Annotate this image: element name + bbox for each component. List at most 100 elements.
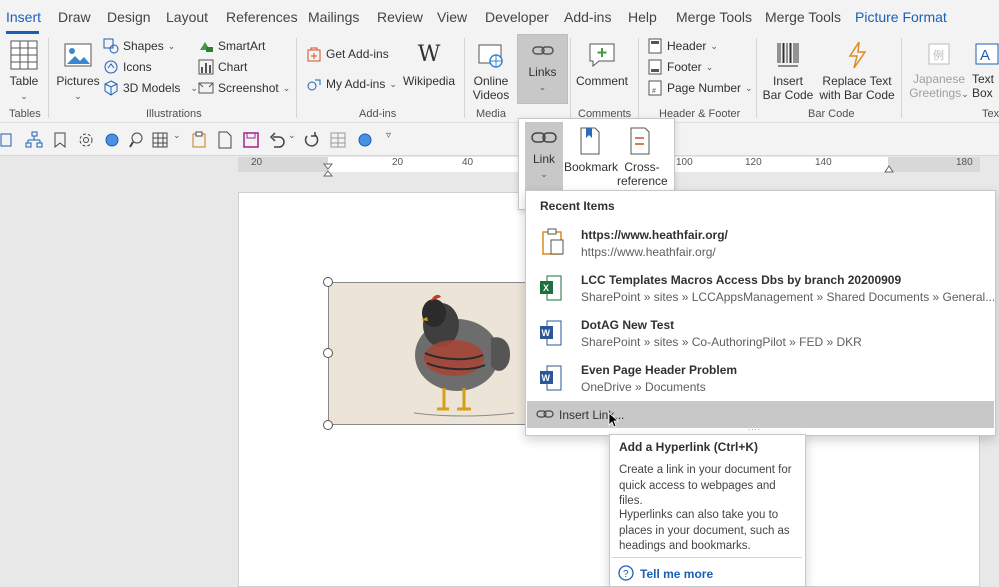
comment-button[interactable]: Comment <box>576 40 628 88</box>
group-label-text: Text <box>982 108 999 120</box>
recent-item-path: SharePoint » sites » LCCAppsManagement »… <box>581 290 996 304</box>
tell-me-more-link[interactable]: Tell me more <box>640 567 713 581</box>
group-divider <box>570 38 571 118</box>
panel-resize-grip[interactable]: .... <box>748 423 761 432</box>
video-icon <box>478 44 503 68</box>
group-label-add-ins: Add-ins <box>359 108 397 120</box>
text-box-icon: A <box>975 43 999 65</box>
resize-handle[interactable] <box>323 277 333 287</box>
resize-handle[interactable] <box>323 420 333 430</box>
tab-review[interactable]: Review <box>377 9 423 25</box>
online-videos-label-2: Videos <box>472 88 510 102</box>
table-grid-icon[interactable] <box>152 131 170 149</box>
table-button[interactable]: Table ⌄ <box>6 40 42 103</box>
replace-text-label-1: Replace Text <box>822 74 892 88</box>
header-button[interactable]: Header ⌄ <box>647 37 718 55</box>
chevron-down-icon: ⌄ <box>538 82 547 92</box>
smartart-button[interactable]: SmartArt <box>198 37 265 55</box>
links-label: Links <box>528 65 557 79</box>
insert-bar-code-button[interactable]: Insert Bar Code <box>762 40 814 102</box>
chevron-down-icon: ⌄ <box>74 91 82 101</box>
text-box-label-2: Box <box>972 86 993 100</box>
record-icon[interactable] <box>356 131 374 149</box>
chevron-down-icon: ⌄ <box>745 82 753 93</box>
bookmark-button[interactable]: Bookmark <box>564 126 618 174</box>
page-number-label: Page Number <box>667 81 742 95</box>
tab-references[interactable]: References <box>226 9 298 25</box>
get-add-ins-button[interactable]: Get Add-ins <box>306 45 389 63</box>
my-add-ins-button[interactable]: My Add-ins ⌄ <box>306 75 397 93</box>
screenshot-button[interactable]: Screenshot ⌄ <box>198 79 290 97</box>
tab-add-ins[interactable]: Add-ins <box>564 9 611 25</box>
table-grid-icon[interactable] <box>330 131 348 149</box>
selected-picture[interactable] <box>328 282 558 425</box>
ruler-tick-label: 140 <box>815 157 832 168</box>
screenshot-icon <box>198 82 214 94</box>
save-icon[interactable] <box>242 131 260 149</box>
undo-icon[interactable] <box>268 131 286 149</box>
tab-mailings[interactable]: Mailings <box>308 9 359 25</box>
shapes-icon <box>103 38 119 54</box>
record-icon[interactable] <box>103 131 121 149</box>
svg-text:#: # <box>652 88 656 95</box>
table-label: Table <box>9 74 39 88</box>
chevron-down-icon[interactable]: ⌄ <box>288 130 296 141</box>
icons-icon <box>104 60 118 74</box>
resize-handle[interactable] <box>323 348 333 358</box>
group-label-illustrations: Illustrations <box>146 108 202 120</box>
cross-reference-label-1: Cross- <box>624 160 660 174</box>
tab-picture-format[interactable]: Picture Format <box>855 9 947 25</box>
redo-icon[interactable] <box>302 131 320 149</box>
chevron-down-icon[interactable]: ⌄ <box>173 130 181 141</box>
chevron-down-icon: ⌄ <box>282 82 291 93</box>
tab-help[interactable]: Help <box>628 9 657 25</box>
link-icon <box>531 132 557 143</box>
japanese-greetings-button[interactable]: 例 Japanese Greetings⌄ <box>908 40 970 101</box>
insert-bar-code-label-1: Insert <box>772 74 803 88</box>
bookmark-icon[interactable] <box>51 131 69 149</box>
document-icon[interactable] <box>216 131 234 149</box>
tab-view[interactable]: View <box>437 9 467 25</box>
icons-button[interactable]: Icons <box>103 58 152 76</box>
tab-design[interactable]: Design <box>107 9 151 25</box>
shapes-label: Shapes <box>123 39 164 53</box>
customize-qat-icon[interactable]: ▿ <box>386 130 391 141</box>
tab-merge-tools-1[interactable]: Merge Tools <box>676 9 752 25</box>
online-videos-button[interactable]: Online Videos <box>470 40 512 102</box>
org-chart-icon[interactable] <box>25 131 43 149</box>
paste-icon[interactable] <box>190 131 208 149</box>
outline-icon[interactable] <box>0 131 18 149</box>
shapes-button[interactable]: Shapes ⌄ <box>103 37 175 55</box>
link-button-content[interactable]: Link ⌄ <box>525 128 563 181</box>
chart-button[interactable]: Chart <box>198 58 247 76</box>
cross-reference-button[interactable]: Cross- reference <box>617 126 668 188</box>
tab-merge-tools-2[interactable]: Merge Tools <box>765 9 841 25</box>
3d-models-label: 3D Models <box>123 81 181 95</box>
links-button[interactable]: Links ⌄ <box>517 34 568 104</box>
tab-layout[interactable]: Layout <box>166 9 208 25</box>
replace-text-label-2: with Bar Code <box>819 88 895 102</box>
tab-developer[interactable]: Developer <box>485 9 549 25</box>
gear-icon[interactable] <box>77 131 95 149</box>
text-box-button[interactable]: A Text Box <box>972 40 999 100</box>
chevron-down-icon: ⌄ <box>389 78 397 89</box>
indent-marker-icon[interactable] <box>323 163 333 177</box>
chart-label: Chart <box>218 60 248 74</box>
tab-insert[interactable]: Insert <box>6 9 41 25</box>
3d-models-button[interactable]: 3D Models ⌄ <box>103 79 198 97</box>
ruler-tick-label: 20 <box>251 157 263 168</box>
pictures-button[interactable]: Pictures ⌄ <box>56 40 100 103</box>
right-indent-marker-icon[interactable] <box>884 163 894 173</box>
footer-button[interactable]: Footer ⌄ <box>647 58 713 76</box>
tab-draw[interactable]: Draw <box>58 9 91 25</box>
page-number-button[interactable]: # Page Number ⌄ <box>647 79 753 97</box>
excel-icon: X <box>540 275 562 301</box>
replace-text-bar-code-button[interactable]: Replace Text with Bar Code <box>818 40 896 102</box>
japanese-greetings-label-1: Japanese <box>912 72 966 86</box>
wikipedia-button[interactable]: W Wikipedia <box>402 40 456 88</box>
group-divider <box>48 38 49 118</box>
help-icon: ? <box>618 565 634 581</box>
search-icon[interactable] <box>129 131 147 149</box>
add-in-icon <box>307 79 321 91</box>
screenshot-label: Screenshot <box>218 81 279 95</box>
